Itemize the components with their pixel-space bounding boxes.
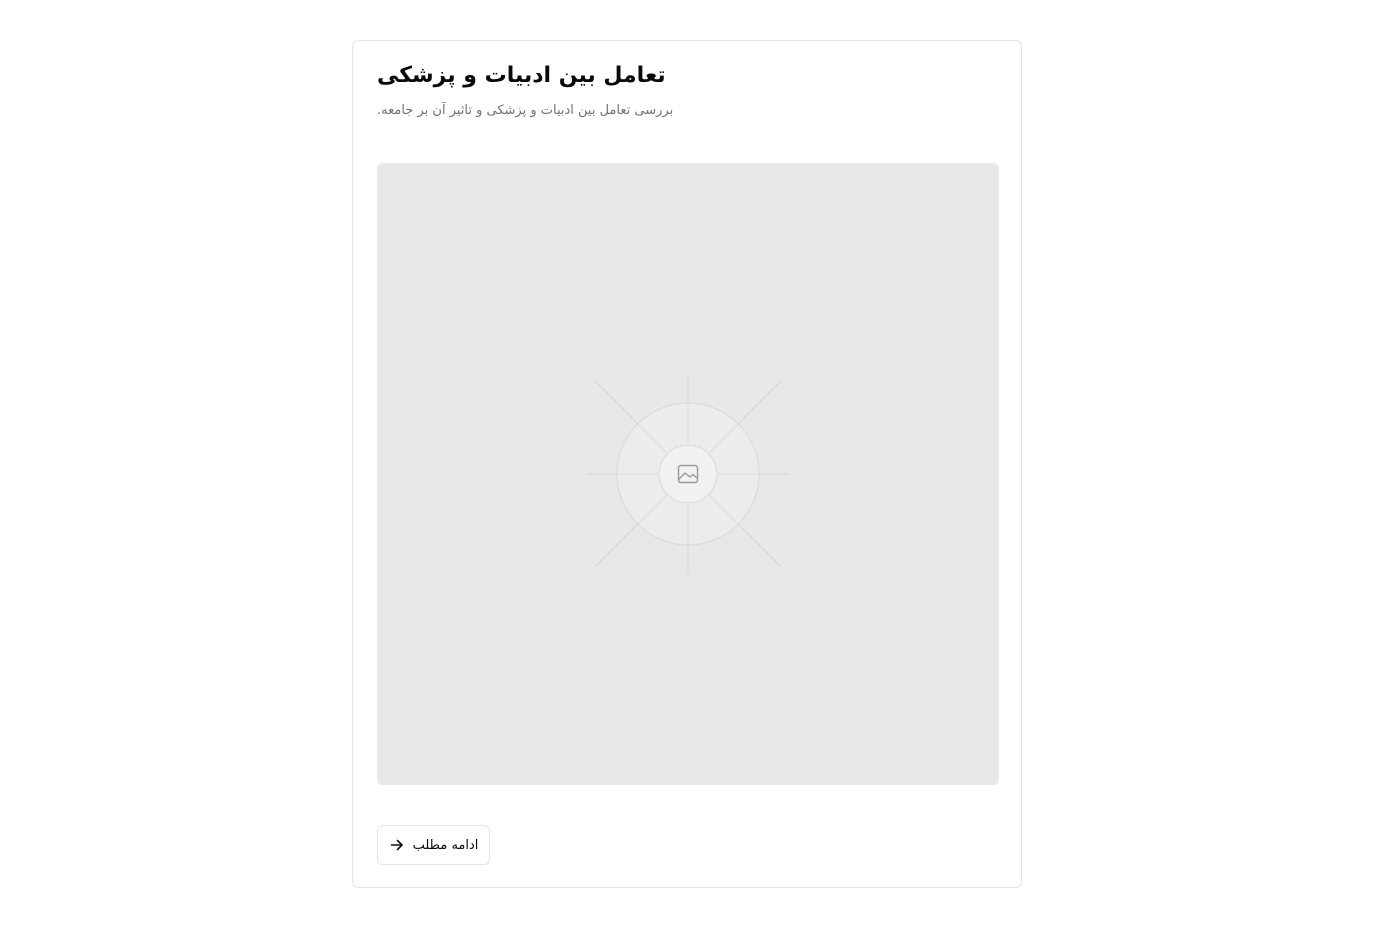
article-description: .بررسی تعامل بین ادبیات و پزشکی و تاثیر …	[377, 103, 674, 118]
read-more-button[interactable]: ادامه مطلب	[377, 825, 490, 865]
arrow-right-icon	[389, 837, 405, 853]
image-placeholder	[377, 163, 999, 785]
placeholder-rays	[588, 374, 788, 574]
read-more-label: ادامه مطلب	[412, 837, 479, 853]
article-title: تعامل بین ادبیات و پزشکی	[377, 63, 666, 88]
placeholder-graphic	[588, 374, 788, 574]
article-card: تعامل بین ادبیات و پزشکی .بررسی تعامل بی…	[352, 40, 1022, 888]
